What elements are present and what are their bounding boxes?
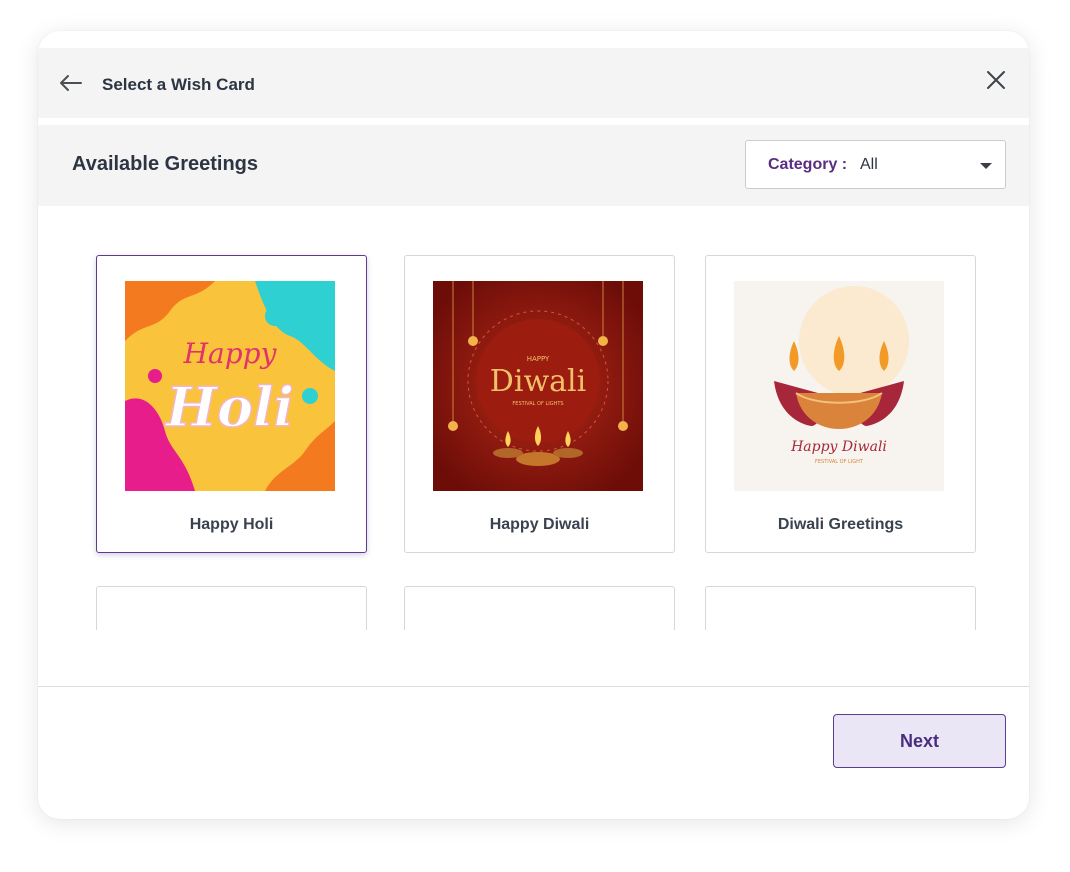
greetings-header: Available Greetings Category : All — [38, 125, 1029, 206]
category-label: Category : — [768, 156, 848, 173]
diwali-art-big: Diwali — [490, 364, 586, 399]
section-title: Available Greetings — [72, 153, 258, 175]
happy-holi-image: Happy Holi — [125, 281, 335, 491]
happy-diwali-image: HAPPY Diwali FESTIVAL OF LIGHTS — [433, 281, 643, 491]
modal-header: Select a Wish Card — [38, 48, 1029, 118]
greeting-card-placeholder[interactable] — [705, 586, 976, 630]
card-label: Happy Diwali — [489, 516, 590, 533]
wish-card-modal: Select a Wish Card Available Greetings C… — [38, 31, 1029, 819]
greeting-card-placeholder[interactable] — [404, 586, 675, 630]
greeting-card-grid[interactable]: Happy Holi Happy Holi HAPPY Diwali FESTI… — [38, 206, 1029, 630]
diwali-art-sub: FESTIVAL OF LIGHTS — [512, 401, 563, 407]
diwali-art-small: HAPPY — [527, 355, 550, 363]
greeting-card-placeholder[interactable] — [96, 586, 367, 630]
greeting-card-diwali-greetings[interactable]: Happy Diwali FESTIVAL OF LIGHT Diwali Gr… — [705, 255, 976, 553]
greeting-card-happy-diwali[interactable]: HAPPY Diwali FESTIVAL OF LIGHTS Happy Di… — [404, 255, 675, 553]
greet-art-line1: Happy Diwali — [790, 439, 887, 455]
arrow-left-icon — [60, 75, 82, 91]
back-button[interactable] — [58, 70, 84, 96]
greeting-card-happy-holi[interactable]: Happy Holi Happy Holi — [96, 255, 367, 553]
card-label: Diwali Greetings — [777, 516, 904, 533]
next-button[interactable]: Next — [833, 714, 1006, 768]
close-button[interactable] — [984, 68, 1008, 92]
greet-art-line2: FESTIVAL OF LIGHT — [815, 459, 864, 465]
category-value: All — [860, 156, 878, 173]
holi-art-line2: Holi — [164, 375, 294, 439]
holi-art-line1: Happy — [183, 337, 278, 370]
modal-title: Select a Wish Card — [102, 75, 255, 94]
footer-divider — [38, 686, 1029, 687]
card-label: Happy Holi — [189, 516, 274, 533]
category-dropdown[interactable]: Category : All — [745, 140, 1006, 189]
close-icon — [987, 71, 1005, 89]
diwali-greetings-image: Happy Diwali FESTIVAL OF LIGHT — [734, 281, 944, 491]
chevron-down-icon — [980, 163, 992, 169]
